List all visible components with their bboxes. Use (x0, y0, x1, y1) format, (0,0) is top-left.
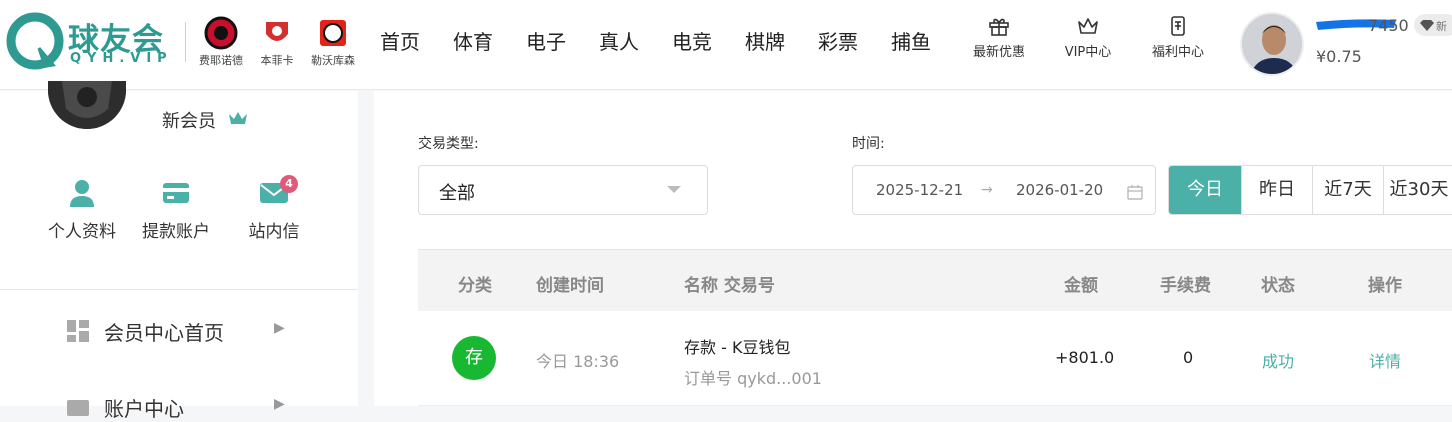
transaction-type-value: 全部 (439, 183, 475, 204)
transaction-type-label: 交易类型: (418, 136, 479, 152)
column-header-fee: 手续费 (1160, 276, 1211, 296)
amount-cell: +801.0 (1055, 348, 1115, 367)
date-range-picker[interactable]: 2025-12-21 → 2026-01-20 (852, 165, 1156, 215)
benfica-crest-icon (266, 22, 288, 41)
order-number-cell: 订单号 qykd...001 (684, 369, 822, 388)
crown-icon (1078, 18, 1098, 34)
profile-shortcut[interactable]: 个人资料 (42, 179, 122, 242)
wallet-icon (67, 400, 89, 416)
club-label: 本菲卡 (260, 54, 294, 67)
column-header-amount: 金额 (1064, 276, 1098, 296)
created-time-cell: 今日 18:36 (536, 352, 620, 371)
chevron-right-icon: ▶ (274, 320, 285, 336)
time-label: 时间: (852, 136, 885, 152)
avatar[interactable] (1240, 12, 1304, 76)
vip-center-link[interactable]: VIP中心 (1042, 14, 1134, 60)
profile-label: 个人资料 (48, 222, 116, 242)
caret-down-icon (667, 186, 681, 193)
column-header-category: 分类 (458, 276, 492, 296)
nav-sports[interactable]: 体育 (453, 26, 526, 55)
nav-live-casino[interactable]: 真人 (599, 26, 672, 55)
club-leverkusen[interactable]: 勒沃库森 (304, 16, 362, 68)
column-header-action: 操作 (1368, 276, 1402, 296)
sidebar-item-label: 会员中心首页 (104, 321, 224, 345)
table-row: 存 今日 18:36 存款 - K豆钱包 订单号 qykd...001 +801… (418, 311, 1452, 406)
tab-today[interactable]: 今日 (1169, 166, 1242, 214)
welfare-center-link[interactable]: 福利中心 (1132, 14, 1224, 60)
club-label: 费耶诺德 (199, 54, 243, 67)
tab-yesterday[interactable]: 昨日 (1242, 166, 1313, 214)
table-header: 分类 创建时间 名称 交易号 金额 手续费 状态 操作 (418, 249, 1452, 311)
details-link[interactable]: 详情 (1369, 348, 1401, 372)
date-end-input[interactable]: 2026-01-20 (1016, 181, 1103, 199)
column-header-status: 状态 (1261, 276, 1295, 296)
sidebar-avatar[interactable] (48, 81, 126, 129)
club-benfica[interactable]: 本菲卡 (248, 16, 306, 68)
unread-count-badge: 4 (280, 175, 298, 193)
vip-badge-label: 新 (1436, 20, 1447, 33)
column-header-name-txid: 名称 交易号 (684, 276, 775, 296)
diamond-icon (1420, 20, 1434, 31)
member-level: 新会员 (162, 111, 216, 132)
feyenoord-crest-icon (204, 16, 238, 50)
card-icon (163, 183, 189, 203)
club-label: 勒沃库森 (311, 54, 355, 67)
nav-home[interactable]: 首页 (380, 26, 453, 55)
tab-last-7-days[interactable]: 近7天 (1313, 166, 1384, 214)
inbox-shortcut[interactable]: 4 站内信 (234, 175, 314, 242)
top-header: 球友会 QYH.VIP 费耶诺德 本菲卡 勒沃库森 首页 体育 电子 真人 电竞… (0, 0, 1452, 90)
sidebar-divider (0, 289, 358, 290)
crown-icon (229, 112, 247, 124)
quick-date-tabs: 今日 昨日 近7天 近30天 (1168, 165, 1452, 215)
fee-cell: 0 (1183, 348, 1194, 367)
vip-level-badge[interactable]: 新 (1414, 14, 1452, 36)
sidebar-item-account-center[interactable]: 账户中心 ▶ (66, 392, 296, 422)
level-emblem-icon (48, 81, 126, 129)
nav-esports[interactable]: 电竞 (672, 26, 745, 55)
range-arrow-icon: → (981, 182, 993, 198)
promotions-link[interactable]: 最新优惠 (953, 14, 1045, 60)
date-start-input[interactable]: 2025-12-21 (876, 181, 963, 199)
deposit-category-badge: 存 (452, 336, 496, 380)
nav-slots[interactable]: 电子 (526, 26, 599, 55)
status-cell: 成功 (1262, 352, 1295, 371)
column-header-created-time: 创建时间 (536, 276, 604, 296)
gift-icon (989, 18, 1009, 36)
brand-logo-icon[interactable] (6, 12, 64, 74)
withdraw-account-shortcut[interactable]: 提款账户 (136, 179, 216, 242)
person-icon (70, 180, 94, 207)
withdraw-account-label: 提款账户 (142, 222, 210, 242)
dashboard-icon (67, 320, 89, 342)
chevron-right-icon: ▶ (274, 396, 285, 412)
user-photo-icon (1242, 14, 1302, 74)
main-nav: 首页 体育 电子 真人 电竞 棋牌 彩票 捕鱼 (380, 26, 964, 55)
wallet-balance: ¥0.75 (1316, 47, 1362, 66)
sidebar-item-member-home[interactable]: 会员中心首页 ▶ (66, 316, 296, 346)
tab-last-30-days[interactable]: 近30天 (1384, 166, 1452, 214)
sidebar-item-label: 账户中心 (104, 397, 184, 421)
club-feyenoord[interactable]: 费耶诺德 (192, 16, 250, 68)
calendar-icon[interactable] (1127, 184, 1143, 200)
vip-center-label: VIP中心 (1064, 45, 1112, 60)
welfare-icon (1171, 16, 1185, 36)
brand-domain: QYH.VIP (70, 51, 173, 66)
welfare-center-label: 福利中心 (1151, 45, 1204, 60)
member-sidebar: 新会员 个人资料 提款账户 4 站内信 会员中心首页 ▶ 账户中心 ▶ (0, 81, 358, 421)
nav-cards[interactable]: 棋牌 (745, 26, 818, 55)
transactions-panel: 交易类型: 全部 时间: 2025-12-21 → 2026-01-20 今日 … (374, 91, 1452, 406)
username-tail: 7450 (1368, 16, 1409, 35)
nav-lottery[interactable]: 彩票 (818, 26, 891, 55)
inbox-label: 站内信 (248, 222, 300, 242)
transaction-name-cell: 存款 - K豆钱包 (684, 338, 791, 357)
brand-divider (185, 22, 186, 62)
leverkusen-crest-icon (320, 20, 346, 46)
transaction-type-select[interactable]: 全部 (418, 165, 708, 215)
promotions-label: 最新优惠 (972, 45, 1025, 60)
